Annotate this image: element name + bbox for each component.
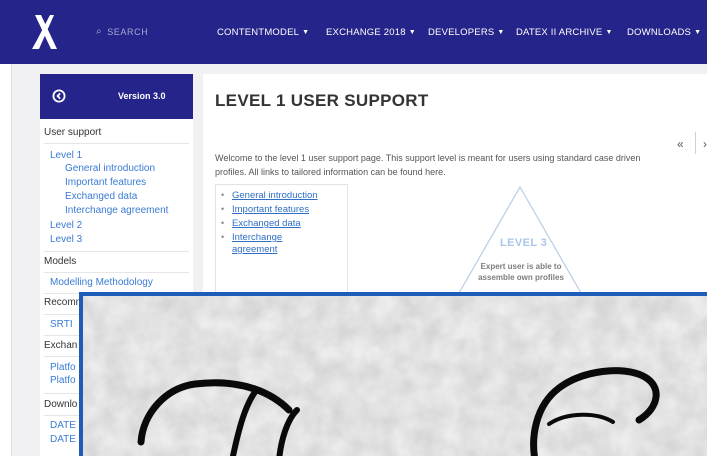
nav-label: DOWNLOADS	[627, 27, 692, 38]
section-models: Models	[44, 256, 77, 267]
nav-exchange-2018[interactable]: EXCHANGE 2018 ▼	[326, 27, 416, 38]
bullet-icon: •	[221, 232, 225, 242]
pyramid-level-description: Expert user is able to assemble own prof…	[465, 261, 577, 283]
pyramid-desc-line-2: assemble own profiles	[478, 273, 564, 282]
nav-downloads[interactable]: DOWNLOADS ▼	[627, 27, 701, 38]
sidebar-item-exchanged-data[interactable]: Exchanged data	[65, 191, 137, 202]
intro-line-1: Welcome to the level 1 user support page…	[215, 153, 641, 163]
sidebar-item-level-1[interactable]: Level 1	[50, 150, 82, 161]
caret-down-icon: ▼	[497, 29, 505, 36]
toc-link-interchange-agreement-cont[interactable]: agreement	[232, 244, 277, 256]
left-gutter	[0, 64, 12, 456]
search-box[interactable]: ⌕ SEARCH	[96, 26, 148, 37]
section-recommendations: Recomm	[44, 297, 85, 308]
sidebar-item-platform-2[interactable]: Platfo	[50, 375, 76, 386]
nav-contentmodel[interactable]: CONTENTMODEL ▼	[217, 27, 309, 38]
marble-texture-signature-graphic	[83, 296, 707, 456]
signature-image-overlay	[79, 292, 707, 456]
pyramid-level-label: LEVEL 3	[500, 237, 548, 249]
section-exchange: Exchan	[44, 340, 78, 351]
sidebar-item-datex-1[interactable]: DATE	[50, 420, 76, 431]
pyramid-desc-line-1: Expert user is able to	[480, 262, 562, 271]
sidebar-item-interchange-agreement[interactable]: Interchange agreement	[65, 205, 168, 216]
toc-link-interchange-agreement[interactable]: Interchange	[232, 232, 282, 244]
divider	[44, 272, 189, 273]
nav-label: DEVELOPERS	[428, 27, 495, 38]
caret-down-icon: ▼	[605, 29, 613, 36]
caret-down-icon: ▼	[302, 29, 310, 36]
pager-divider	[695, 132, 696, 154]
nav-developers[interactable]: DEVELOPERS ▼	[428, 27, 505, 38]
sidebar-item-important-features[interactable]: Important features	[65, 177, 146, 188]
next-page-button[interactable]: ›	[703, 137, 707, 151]
caret-down-icon: ▼	[408, 29, 416, 36]
sidebar-header: Version 3.0	[40, 74, 193, 119]
top-navigation-bar: ⌕ SEARCH CONTENTMODEL ▼ EXCHANGE 2018 ▼ DE…	[0, 0, 707, 64]
sidebar-item-general-introduction[interactable]: General introduction	[65, 163, 155, 174]
sidebar-item-level-3[interactable]: Level 3	[50, 234, 82, 245]
nav-label: DATEX II ARCHIVE	[516, 27, 603, 38]
nav-label: EXCHANGE 2018	[326, 27, 406, 38]
table-of-contents: • General introduction • Important featu…	[215, 184, 348, 304]
previous-page-button[interactable]: «	[677, 137, 684, 151]
search-label: SEARCH	[107, 26, 149, 37]
intro-line-2: profiles. All links to tailored informat…	[215, 166, 446, 177]
sidebar-item-srti[interactable]: SRTI	[50, 319, 73, 330]
sidebar-item-level-2[interactable]: Level 2	[50, 220, 82, 231]
section-user-support: User support	[44, 127, 102, 138]
sidebar-item-datex-2[interactable]: DATE	[50, 434, 76, 445]
section-downloads: Downlo	[44, 399, 78, 410]
version-label: Version 3.0	[118, 91, 166, 101]
bullet-icon: •	[221, 190, 225, 200]
page-title: LEVEL 1 USER SUPPORT	[215, 91, 429, 110]
caret-down-icon: ▼	[694, 29, 702, 36]
intro-paragraph: Welcome to the level 1 user support page…	[215, 152, 695, 179]
toc-link-exchanged-data[interactable]: Exchanged data	[232, 218, 301, 230]
nav-label: CONTENTMODEL	[217, 27, 300, 38]
search-icon: ⌕	[96, 26, 103, 37]
sidebar-item-platform-1[interactable]: Platfo	[50, 362, 76, 373]
sidebar-item-modelling-methodology[interactable]: Modelling Methodology	[50, 277, 153, 288]
bullet-icon: •	[221, 204, 225, 214]
divider	[44, 251, 189, 252]
divider	[44, 143, 189, 144]
x-logo-icon[interactable]	[28, 13, 62, 51]
back-arrow-icon[interactable]	[52, 89, 66, 103]
toc-link-important-features[interactable]: Important features	[232, 204, 309, 216]
bullet-icon: •	[221, 218, 225, 228]
toc-link-general-introduction[interactable]: General introduction	[232, 190, 318, 202]
nav-datex-archive[interactable]: DATEX II ARCHIVE ▼	[516, 27, 613, 38]
